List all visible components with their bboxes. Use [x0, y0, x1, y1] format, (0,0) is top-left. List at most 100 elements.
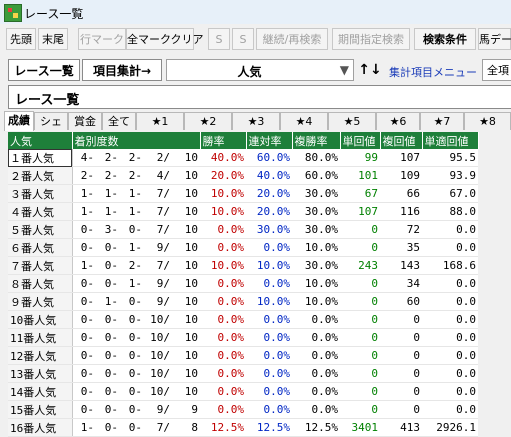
table-row[interactable]: 13番人気 0- 0- 0- 10/10 0.0% 0.0% 0.0% 0 0 0.0	[8, 364, 478, 383]
first-count-cell: 0-	[72, 274, 96, 293]
sort-updown-button[interactable]: ↑↓	[356, 59, 384, 81]
tab-star1[interactable]: ★1	[136, 112, 184, 130]
popularity-cell[interactable]: 14番人気	[8, 382, 73, 401]
all-items-select[interactable]: 全項	[482, 59, 511, 81]
other-count-cell: 9/	[144, 400, 172, 419]
race-list-button[interactable]: レース一覧	[8, 59, 80, 81]
total-count-cell: 10	[172, 382, 200, 401]
s-button-1[interactable]: S	[208, 28, 230, 50]
col-header-win-rate[interactable]: 勝率	[200, 132, 247, 149]
table-row[interactable]: 10番人気 0- 0- 0- 10/10 0.0% 0.0% 0.0% 0 0 0.0	[8, 310, 478, 329]
show-rate-cell: 30.0%	[292, 220, 340, 239]
continue-search-button[interactable]: 継続/再検索	[256, 28, 328, 50]
tab-star8[interactable]: ★8	[464, 112, 511, 130]
third-count-cell: 0-	[120, 364, 144, 383]
col-header-adj-return[interactable]: 単適回値	[422, 132, 479, 149]
col-header-show-rate[interactable]: 複勝率	[292, 132, 341, 149]
popularity-cell[interactable]: 13番人気	[8, 364, 73, 383]
win-rate-cell: 40.0%	[200, 149, 246, 167]
row-mark-button[interactable]: 行マーク	[78, 28, 126, 50]
period-search-button[interactable]: 期間指定検索	[332, 28, 410, 50]
first-button[interactable]: 先頭	[6, 28, 36, 50]
show-rate-cell: 0.0%	[292, 328, 340, 347]
aggregate-item-select[interactable]: 人気 ▼	[166, 59, 354, 81]
tab-results[interactable]: 成績	[4, 111, 34, 131]
other-count-cell: 2/	[144, 149, 172, 167]
other-count-cell: 9/	[144, 238, 172, 257]
table-row[interactable]: ８番人気 0- 0- 1- 9/10 0.0% 0.0% 10.0% 0 34 0.0	[8, 274, 478, 293]
second-count-cell: 0-	[96, 346, 120, 365]
tab-all[interactable]: 全て	[102, 112, 136, 130]
quinella-rate-cell: 0.0%	[246, 400, 292, 419]
table-row[interactable]: ６番人気 0- 0- 1- 9/10 0.0% 0.0% 10.0% 0 35 0.0	[8, 238, 478, 257]
total-count-cell: 10	[172, 310, 200, 329]
popularity-cell[interactable]: ４番人気	[8, 202, 73, 221]
show-rate-cell: 0.0%	[292, 400, 340, 419]
win-rate-cell: 0.0%	[200, 220, 246, 239]
show-rate-cell: 30.0%	[292, 256, 340, 275]
col-header-quinella-rate[interactable]: 連対率	[246, 132, 293, 149]
tab-star3[interactable]: ★3	[232, 112, 280, 130]
popularity-cell[interactable]: ２番人気	[8, 166, 73, 185]
popularity-cell[interactable]: 12番人気	[8, 346, 73, 365]
tab-star7[interactable]: ★7	[420, 112, 464, 130]
third-count-cell: 2-	[120, 149, 144, 167]
popularity-cell[interactable]: 11番人気	[8, 328, 73, 347]
table-row[interactable]: 12番人気 0- 0- 0- 10/10 0.0% 0.0% 0.0% 0 0 0.0	[8, 346, 478, 365]
show-rate-cell: 0.0%	[292, 346, 340, 365]
win-return-cell: 0	[340, 400, 380, 419]
search-condition-button[interactable]: 検索条件	[414, 28, 476, 50]
win-rate-cell: 10.0%	[200, 184, 246, 203]
col-header-show-return[interactable]: 複回値	[380, 132, 423, 149]
popularity-cell[interactable]: ７番人気	[8, 256, 73, 275]
show-return-cell: 107	[380, 149, 422, 167]
win-return-cell: 101	[340, 166, 380, 185]
table-row[interactable]: ４番人気 1- 1- 1- 7/10 10.0% 20.0% 30.0% 107 116 88.0	[8, 202, 478, 221]
adjusted-return-cell: 95.5	[422, 149, 478, 167]
popularity-cell[interactable]: ３番人気	[8, 184, 73, 203]
tab-star4[interactable]: ★4	[280, 112, 328, 130]
table-row[interactable]: 14番人気 0- 0- 0- 10/10 0.0% 0.0% 0.0% 0 0 0.0	[8, 382, 478, 401]
tab-star2[interactable]: ★2	[184, 112, 232, 130]
show-rate-cell: 10.0%	[292, 292, 340, 311]
item-aggregate-button[interactable]: 項目集計→	[82, 59, 162, 81]
dropdown-arrow-icon[interactable]: ▼	[340, 63, 349, 77]
clear-all-marks-button[interactable]: 全マーククリア	[126, 28, 204, 50]
popularity-cell[interactable]: ５番人気	[8, 220, 73, 239]
quinella-rate-cell: 40.0%	[246, 166, 292, 185]
tab-prize[interactable]: 賞金	[68, 112, 102, 130]
third-count-cell: 2-	[120, 166, 144, 185]
show-return-cell: 72	[380, 220, 422, 239]
popularity-cell[interactable]: ９番人気	[8, 292, 73, 311]
table-row[interactable]: 16番人気 1- 0- 0- 7/8 12.5% 12.5% 12.5% 3401 413 2926…	[8, 418, 478, 437]
popularity-cell[interactable]: ８番人気	[8, 274, 73, 293]
tab-share[interactable]: シェア	[34, 112, 68, 146]
col-header-finish-counts[interactable]: 着別度数	[72, 132, 201, 149]
other-count-cell: 10/	[144, 310, 172, 329]
table-row[interactable]: 15番人気 0- 0- 0- 9/9 0.0% 0.0% 0.0% 0 0 0.0	[8, 400, 478, 419]
table-row[interactable]: ３番人気 1- 1- 1- 7/10 10.0% 20.0% 30.0% 67 66 67.0	[8, 184, 478, 203]
table-row[interactable]: ５番人気 0- 3- 0- 7/10 0.0% 30.0% 30.0% 0 72 0.0	[8, 220, 478, 239]
third-count-cell: 1-	[120, 274, 144, 293]
table-row[interactable]: ７番人気 1- 0- 2- 7/10 10.0% 10.0% 30.0% 243 143 168.6	[8, 256, 478, 275]
col-header-popularity[interactable]: 人気	[8, 132, 73, 149]
table-row[interactable]: ２番人気 2- 2- 2- 4/10 20.0% 40.0% 60.0% 101 109 93.9	[8, 166, 478, 185]
table-row[interactable]: 11番人気 0- 0- 0- 10/10 0.0% 0.0% 0.0% 0 0 0.0	[8, 328, 478, 347]
horse-data-button[interactable]: 馬デー	[478, 28, 511, 50]
other-count-cell: 4/	[144, 166, 172, 185]
aggregate-menu-link[interactable]: 集計項目メニュー	[389, 64, 477, 80]
last-button[interactable]: 末尾	[38, 28, 68, 50]
col-header-win-return[interactable]: 単回値	[340, 132, 381, 149]
popularity-cell[interactable]: 10番人気	[8, 310, 73, 329]
popularity-cell[interactable]: １番人気	[8, 149, 73, 167]
popularity-cell[interactable]: ６番人気	[8, 238, 73, 257]
table-row[interactable]: ９番人気 0- 1- 0- 9/10 0.0% 10.0% 10.0% 0 60 0.0	[8, 292, 478, 311]
table-row[interactable]: １番人気 4- 2- 2- 2/10 40.0% 60.0% 80.0% 99 107 95.5	[8, 149, 478, 167]
popularity-cell[interactable]: 16番人気	[8, 418, 73, 437]
popularity-cell[interactable]: 15番人気	[8, 400, 73, 419]
show-return-cell: 116	[380, 202, 422, 221]
s-button-2[interactable]: S	[232, 28, 254, 50]
tab-star6[interactable]: ★6	[376, 112, 420, 130]
tab-star5[interactable]: ★5	[328, 112, 376, 130]
total-count-cell: 10	[172, 346, 200, 365]
